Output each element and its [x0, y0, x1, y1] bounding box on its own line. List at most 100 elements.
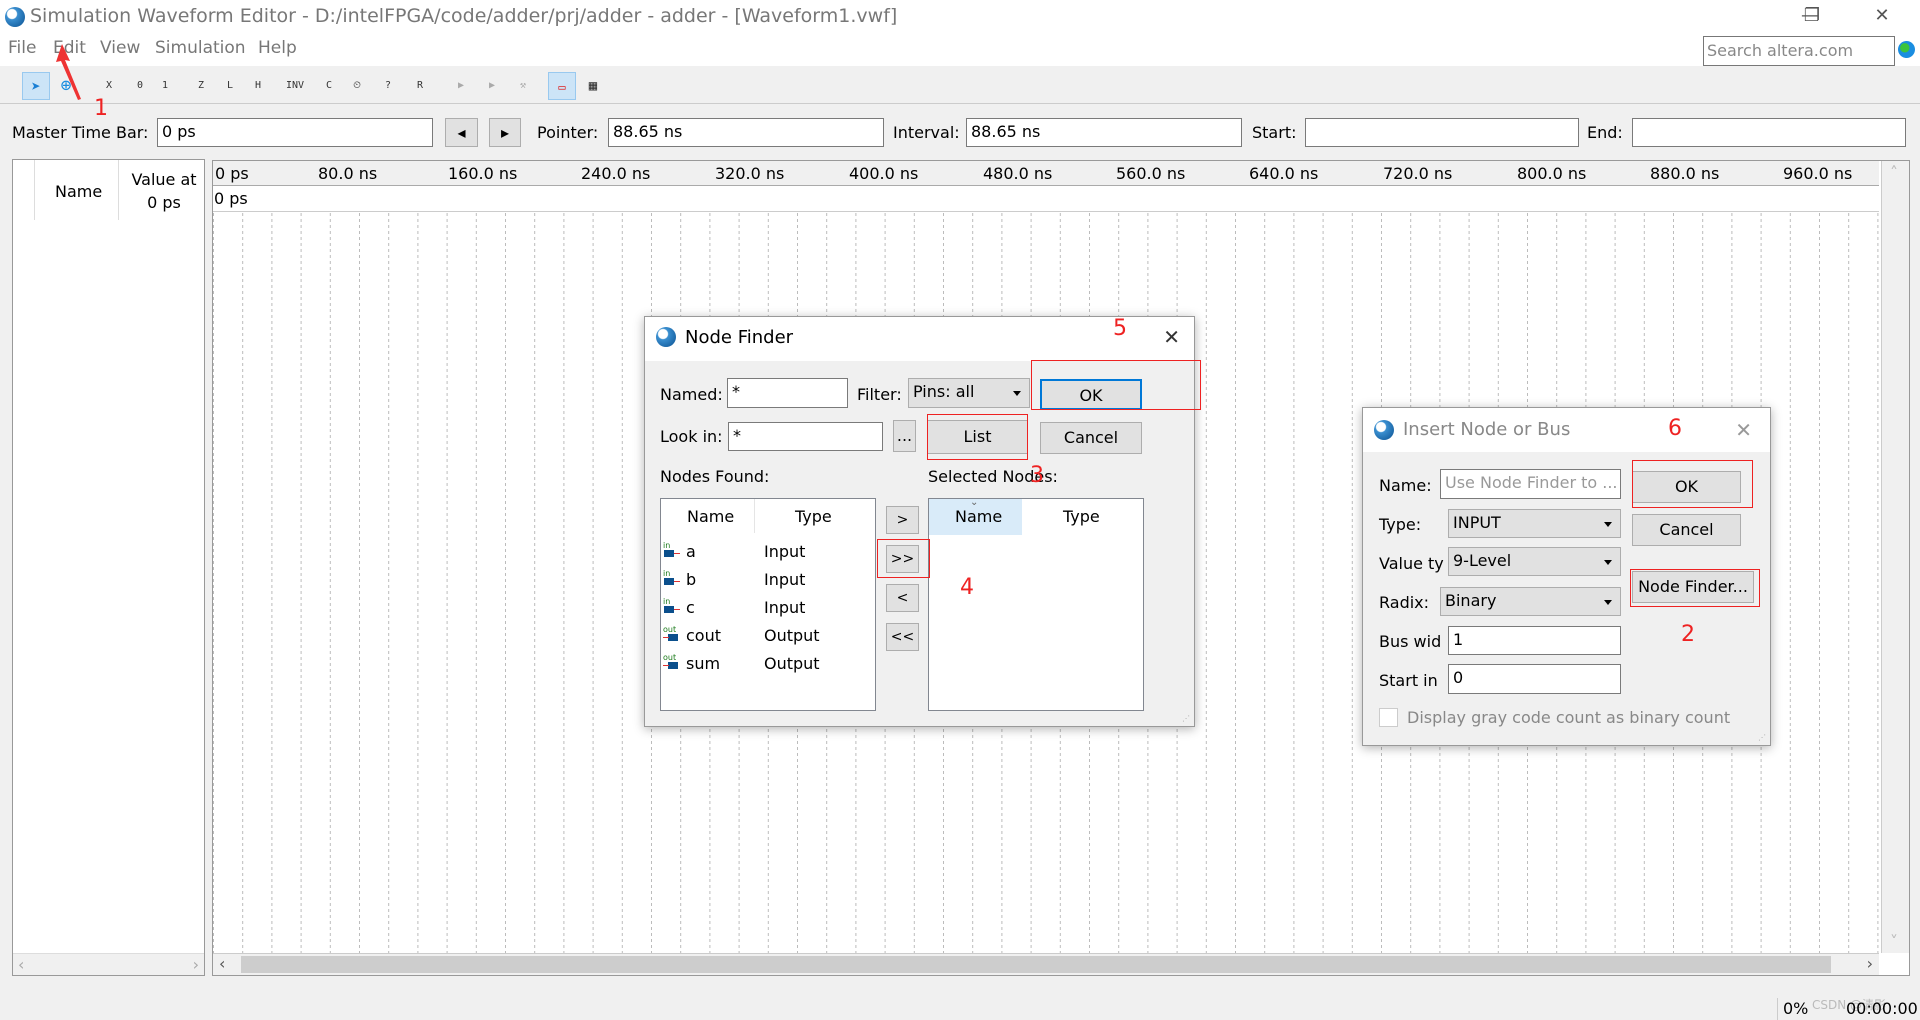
- scroll-up-icon[interactable]: ˄: [1890, 163, 1898, 182]
- resize-grip-icon[interactable]: ⋰: [1182, 714, 1190, 723]
- random-value-icon[interactable]: R: [406, 72, 434, 100]
- gray-code-checkbox[interactable]: [1379, 708, 1398, 727]
- gray-code-label: Display gray code count as binary count: [1407, 708, 1731, 727]
- filter-select[interactable]: Pins: all: [908, 378, 1030, 408]
- end-label: End:: [1587, 123, 1623, 142]
- annotation-6: 6: [1668, 416, 1682, 441]
- annotation-box-node-finder: [1630, 569, 1760, 607]
- node-row[interactable]: in b Input: [661, 567, 875, 593]
- pointer-input[interactable]: 88.65 ns: [608, 118, 884, 147]
- value-type-select[interactable]: 9-Level: [1448, 547, 1621, 576]
- interval-input[interactable]: 88.65 ns: [966, 118, 1242, 147]
- scroll-left-icon[interactable]: ‹: [219, 954, 225, 973]
- status-divider: [1777, 998, 1778, 1020]
- filter-label: Filter:: [857, 385, 902, 404]
- search-input[interactable]: Search altera.com: [1703, 36, 1895, 66]
- cancel-button[interactable]: Cancel: [1632, 514, 1741, 546]
- scroll-down-icon[interactable]: ˅: [1890, 932, 1898, 951]
- master-time-bar-input[interactable]: 0 ps: [157, 118, 433, 147]
- node-list-panel: Name Value at 0 ps ‹ ›: [12, 159, 205, 976]
- selected-type-header[interactable]: Type: [1063, 507, 1100, 526]
- value-column-header-time: 0 ps: [147, 193, 181, 212]
- selected-name-header[interactable]: Name: [955, 507, 1002, 526]
- snap-to-grid-icon[interactable]: ▭: [548, 72, 576, 100]
- scrollbar-thumb[interactable]: [241, 956, 1831, 973]
- close-icon: ✕: [1874, 5, 1890, 26]
- add-selected-button[interactable]: >: [886, 506, 919, 534]
- name-column-header[interactable]: Name: [55, 182, 102, 201]
- nodes-found-list[interactable]: Name Type in a Input in b Input in c Input out cou…: [660, 498, 876, 711]
- named-input[interactable]: *: [727, 378, 848, 408]
- grid-settings-icon[interactable]: ▦: [579, 72, 607, 100]
- node-row[interactable]: out cout Output: [661, 623, 875, 649]
- generate-netlist-icon[interactable]: ⚒: [509, 72, 537, 100]
- named-label: Named:: [660, 385, 723, 404]
- cancel-button[interactable]: Cancel: [1040, 422, 1142, 454]
- nodes-found-type-header[interactable]: Type: [795, 507, 832, 526]
- remove-selected-button[interactable]: <: [886, 584, 919, 612]
- resize-grip-icon[interactable]: ⋰: [1758, 733, 1766, 742]
- weak-high-icon[interactable]: H: [244, 72, 272, 100]
- restore-button[interactable]: ❐: [1792, 2, 1832, 30]
- annotation-2: 2: [1681, 622, 1695, 647]
- browse-button[interactable]: ...: [893, 420, 916, 452]
- vertical-scrollbar[interactable]: ˄ ˅: [1881, 161, 1909, 953]
- run-functional-simulation-icon[interactable]: ▶: [447, 72, 475, 100]
- forcing-high-icon[interactable]: 1: [151, 72, 179, 100]
- node-row[interactable]: in a Input: [661, 539, 875, 565]
- name-input[interactable]: Use Node Finder to ...: [1440, 469, 1621, 499]
- node-type: Output: [764, 626, 820, 645]
- node-type: Input: [764, 598, 806, 617]
- scroll-right-icon[interactable]: ›: [1867, 954, 1873, 973]
- look-in-input[interactable]: *: [728, 422, 883, 451]
- run-timing-simulation-icon[interactable]: ▶: [478, 72, 506, 100]
- radix-select[interactable]: Binary: [1440, 587, 1621, 616]
- scroll-right-icon[interactable]: ›: [193, 955, 199, 974]
- globe-icon[interactable]: [1898, 41, 1915, 58]
- type-select[interactable]: INPUT: [1448, 509, 1621, 538]
- left-horizontal-scrollbar[interactable]: ‹ ›: [13, 953, 204, 975]
- count-value-icon[interactable]: C: [315, 72, 343, 100]
- next-transition-button[interactable]: ▸: [489, 118, 521, 147]
- quartus-logo-icon: [1374, 420, 1394, 440]
- invert-icon[interactable]: INV: [281, 72, 309, 100]
- forcing-low-icon[interactable]: 0: [126, 72, 154, 100]
- close-icon[interactable]: ✕: [1163, 325, 1180, 349]
- start-index-input[interactable]: 0: [1448, 664, 1621, 694]
- type-value: INPUT: [1453, 513, 1501, 532]
- start-input[interactable]: [1305, 118, 1579, 147]
- close-icon[interactable]: ✕: [1735, 418, 1752, 442]
- node-row[interactable]: in c Input: [661, 595, 875, 621]
- time-tick-label: 960.0 ns: [1783, 164, 1853, 183]
- high-impedance-icon[interactable]: Z: [187, 72, 215, 100]
- close-button[interactable]: ✕: [1862, 2, 1902, 30]
- annotation-box-add-all: [877, 539, 930, 578]
- input-pin-icon: in: [663, 598, 681, 614]
- value-type-label: Value ty: [1379, 554, 1444, 573]
- arbitrary-value-icon[interactable]: ?: [374, 72, 402, 100]
- clock-icon[interactable]: ⏲: [343, 72, 371, 100]
- node-row[interactable]: out sum Output: [661, 651, 875, 677]
- end-input[interactable]: [1632, 118, 1906, 147]
- scroll-left-icon[interactable]: ‹: [18, 955, 24, 974]
- bus-width-label: Bus wid: [1379, 632, 1442, 651]
- menu-help[interactable]: Help: [258, 38, 297, 58]
- type-label: Type:: [1379, 515, 1422, 534]
- annotation-4: 4: [960, 575, 974, 600]
- selected-nodes-list[interactable]: ⌄ Name Type: [928, 497, 1144, 711]
- nodes-found-name-header[interactable]: Name: [687, 507, 734, 526]
- weak-low-icon[interactable]: L: [216, 72, 244, 100]
- value-column-header[interactable]: Value at: [129, 170, 199, 189]
- annotation-box-finder-ok: [1031, 360, 1201, 410]
- horizontal-scrollbar[interactable]: ‹ ›: [213, 953, 1879, 975]
- insert-node-title-bar: Insert Node or Bus ✕: [1363, 408, 1770, 452]
- previous-transition-button[interactable]: ◂: [445, 118, 478, 147]
- node-finder-title-bar: Node Finder ✕: [645, 317, 1194, 361]
- time-tick-label: 320.0 ns: [715, 164, 785, 183]
- time-tick-label: 880.0 ns: [1650, 164, 1720, 183]
- remove-all-button[interactable]: <<: [886, 623, 919, 651]
- value-type-value: 9-Level: [1453, 551, 1512, 570]
- bus-width-input[interactable]: 1: [1448, 626, 1621, 655]
- elapsed-time: 00:00:00: [1846, 999, 1918, 1018]
- menu-simulation[interactable]: Simulation: [155, 38, 246, 58]
